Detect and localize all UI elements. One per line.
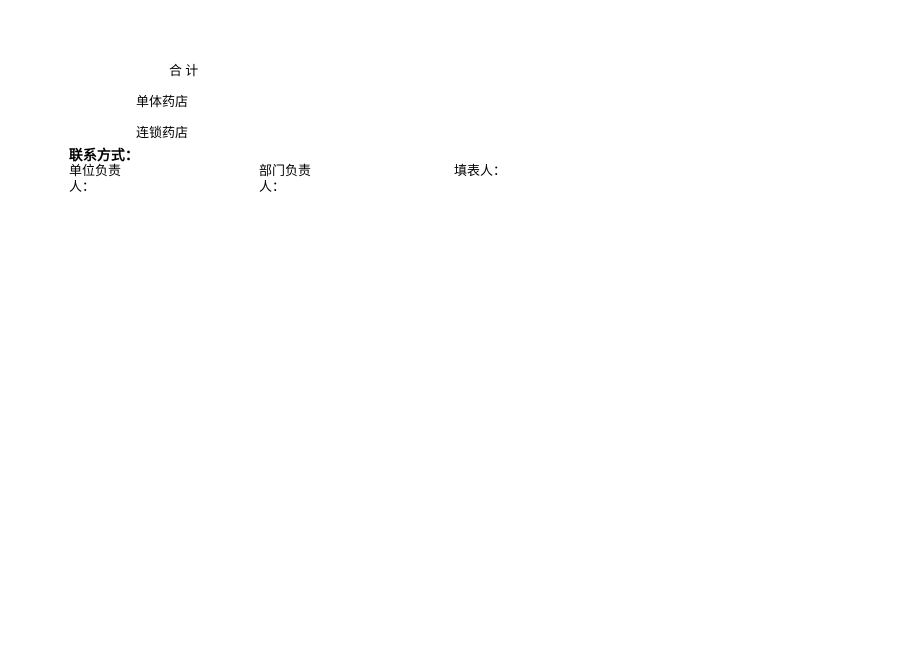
signature-dept-leader: 部门负责人：: [259, 163, 314, 197]
contact-label: 联系方式：: [69, 145, 849, 165]
label-single-pharmacy: 单体药店: [136, 93, 188, 111]
label-chain-pharmacy: 连锁药店: [136, 124, 188, 142]
signatures-row: 单位负责人： 部门负责人： 填表人：: [69, 163, 849, 197]
row-single-pharmacy: 单体药店: [136, 93, 849, 111]
row-total: 合 计: [169, 62, 849, 80]
label-total: 合 计: [169, 62, 198, 80]
signature-form-filler: 填表人：: [454, 163, 506, 197]
row-chain-pharmacy: 连锁药店: [136, 124, 849, 142]
signature-unit-leader: 单位负责人：: [69, 163, 124, 197]
document-content: 合 计 单体药店 连锁药店 联系方式： 单位负责人： 部门负责人： 填表人：: [69, 62, 849, 196]
